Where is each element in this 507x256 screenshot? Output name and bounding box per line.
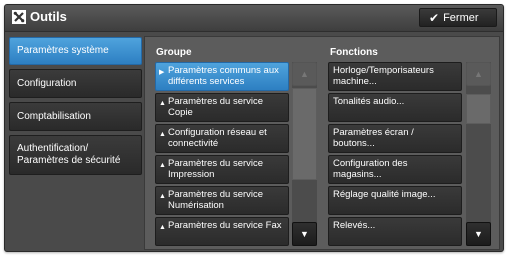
tools-icon (12, 10, 26, 24)
arrow-up-icon: ▲ (159, 131, 166, 138)
item-label: Relevés... (333, 220, 376, 231)
item-label: Réglage qualité image... (333, 189, 436, 200)
tab-authentification[interactable]: Authentification/ Paramètres de sécurité (9, 135, 142, 175)
arrow-up-icon: ▲ (159, 100, 166, 107)
list-item-groupe[interactable]: ▲ Paramètres du service Impression (155, 155, 289, 184)
arrow-up-icon: ▲ (159, 162, 166, 169)
list-item-groupe[interactable]: ▲ Paramètres du service Numérisation (155, 186, 289, 215)
fonctions-header: Fonctions (330, 47, 378, 58)
tab-configuration[interactable]: Configuration (9, 69, 142, 98)
item-label: Configuration des magasins... (333, 158, 408, 180)
list-item-fonction[interactable]: Relevés... (328, 217, 462, 246)
item-label: Paramètres du service Numérisation (168, 189, 264, 211)
item-label: Horloge/Temporisateurs machine... (333, 65, 434, 87)
title-bar: Outils ✔ Fermer (5, 5, 503, 32)
check-icon: ✔ (429, 10, 440, 25)
scroll-up-icon[interactable]: ▲ (292, 62, 317, 86)
tab-label: Comptabilisation (17, 110, 91, 122)
tools-window: Outils ✔ Fermer Paramètres système Confi… (4, 4, 504, 252)
groupe-header: Groupe (156, 47, 192, 58)
list-item-fonction[interactable]: Paramètres écran / boutons... (328, 124, 462, 153)
item-label: Paramètres du service Copie (168, 96, 264, 118)
list-item-fonction[interactable]: Tonalités audio... (328, 93, 462, 122)
close-button-label: Fermer (443, 11, 479, 24)
tab-label: Configuration (17, 77, 77, 89)
list-item-groupe[interactable]: ▲ Paramètres du service Fax (155, 217, 289, 246)
list-item-groupe[interactable]: ▶ Paramètres communs aux différents serv… (155, 62, 289, 91)
groupe-scrollbar[interactable]: ▲ ▼ (292, 62, 317, 246)
item-label: Paramètres écran / boutons... (333, 127, 414, 149)
fonctions-scroll-thumb[interactable] (466, 94, 491, 124)
scroll-down-icon[interactable]: ▼ (466, 222, 491, 246)
tab-label: Authentification/ Paramètres de sécurité (17, 143, 121, 166)
item-label: Paramètres du service Impression (168, 158, 264, 180)
close-button[interactable]: ✔ Fermer (419, 8, 497, 27)
scroll-up-icon[interactable]: ▲ (466, 62, 491, 86)
tab-label: Paramètres système (17, 45, 109, 56)
list-item-groupe[interactable]: ▲ Paramètres du service Copie (155, 93, 289, 122)
arrow-right-icon: ▶ (159, 69, 165, 76)
groupe-scroll-thumb[interactable] (292, 88, 317, 180)
list-item-fonction[interactable]: Configuration des magasins... (328, 155, 462, 184)
item-label: Tonalités audio... (333, 96, 405, 107)
arrow-up-icon: ▲ (159, 224, 166, 231)
item-label: Paramètres du service Fax (168, 220, 282, 231)
tab-parametres-systeme[interactable]: Paramètres système (9, 37, 142, 65)
list-item-groupe[interactable]: ▲ Configuration réseau et connectivité (155, 124, 289, 153)
fonctions-scrollbar[interactable]: ▲ ▼ (466, 62, 491, 246)
arrow-up-icon: ▲ (159, 193, 166, 200)
scroll-down-icon[interactable]: ▼ (292, 222, 317, 246)
list-item-fonction[interactable]: Réglage qualité image... (328, 186, 462, 215)
list-item-fonction[interactable]: Horloge/Temporisateurs machine... (328, 62, 462, 91)
item-label: Paramètres communs aux différents servic… (168, 65, 279, 87)
category-tabs: Paramètres système Configuration Comptab… (9, 37, 142, 179)
window-title: Outils (30, 9, 67, 24)
item-label: Configuration réseau et connectivité (168, 127, 267, 149)
tab-comptabilisation[interactable]: Comptabilisation (9, 102, 142, 131)
